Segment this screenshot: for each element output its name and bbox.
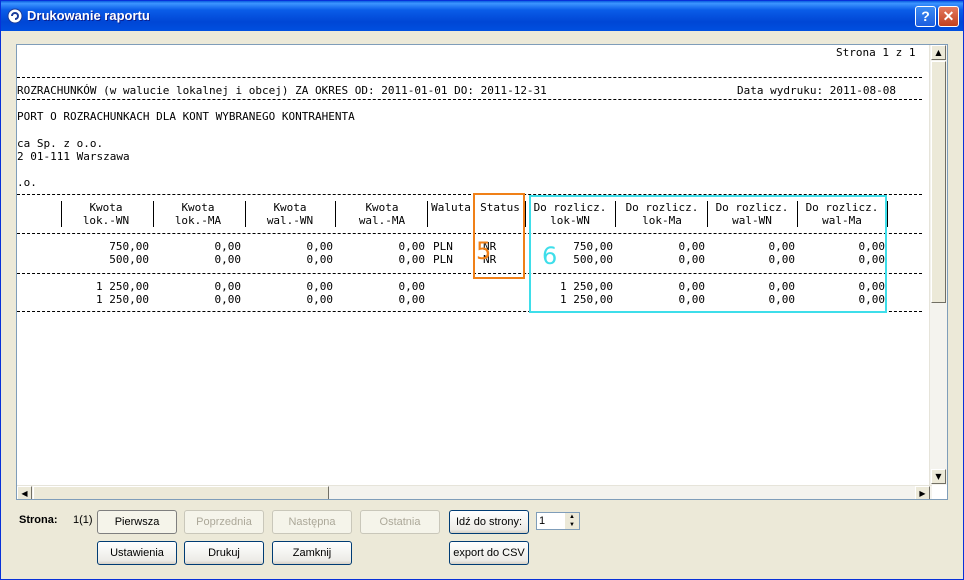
column-header: Kwota	[273, 201, 307, 214]
status-highlight-box	[473, 193, 525, 279]
report-content: Strona 1 z 1 ROZRACHUNKÓW (w walucie lok…	[17, 45, 929, 485]
scroll-left-icon[interactable]: ◀	[17, 486, 32, 499]
goto-page-button[interactable]: Idź do strony:	[449, 510, 529, 534]
total-cell: 0,00	[306, 293, 334, 306]
page-number-value[interactable]: 1	[539, 515, 545, 527]
page-info: 1(1)	[73, 514, 93, 526]
export-csv-button[interactable]: export do CSV	[449, 541, 529, 565]
total-cell: 0,00	[398, 280, 426, 293]
page-number-spinner[interactable]: 1 ▲ ▼	[536, 512, 580, 530]
settlement-annotation-label: 6	[542, 242, 558, 270]
table-cell: 500,00	[109, 253, 149, 266]
close-button[interactable]: Zamknij	[272, 541, 352, 565]
company-name: ca Sp. z o.o.	[17, 137, 104, 150]
next-page-button[interactable]: Następna	[272, 510, 352, 534]
vertical-scrollbar[interactable]: ▲ ▼	[929, 45, 947, 485]
close-window-button[interactable]: ✕	[938, 6, 959, 27]
table-cell: 0,00	[306, 240, 334, 253]
settings-button[interactable]: Ustawienia	[97, 541, 177, 565]
previous-page-button[interactable]: Poprzednia	[184, 510, 264, 534]
table-cell: 0,00	[398, 240, 426, 253]
total-cell: 0,00	[306, 280, 334, 293]
table-cell: 0,00	[398, 253, 426, 266]
scroll-down-icon[interactable]: ▼	[931, 469, 946, 484]
column-header: wal.-WN	[266, 214, 314, 227]
column-separator	[887, 201, 889, 227]
total-cell: 0,00	[214, 293, 242, 306]
print-date: Data wydruku: 2011-08-08	[737, 84, 896, 97]
company-suffix: .o.	[17, 176, 37, 189]
status-annotation-label: 5	[476, 237, 492, 265]
app-icon	[7, 8, 23, 24]
last-page-button[interactable]: Ostatnia	[360, 510, 440, 534]
title-bar[interactable]: Drukowanie raportu ? ✕	[1, 1, 963, 31]
total-cell: 1 250,00	[96, 293, 149, 306]
table-cell: 0,00	[306, 253, 334, 266]
total-cell: 0,00	[214, 280, 242, 293]
page-label: Strona:	[19, 514, 58, 526]
column-header: lok.-WN	[82, 214, 130, 227]
company-address: 2 01-111 Warszawa	[17, 150, 130, 163]
print-button[interactable]: Drukuj	[184, 541, 264, 565]
scroll-right-icon[interactable]: ▶	[915, 486, 930, 499]
spinner-arrows-icon[interactable]: ▲ ▼	[565, 513, 579, 529]
page-indicator: Strona 1 z 1	[836, 46, 916, 59]
report-subtitle: PORT O ROZRACHUNKACH DLA KONT WYBRANEGO …	[17, 110, 355, 123]
horizontal-scroll-thumb[interactable]	[33, 486, 329, 499]
table-cell: 0,00	[214, 253, 242, 266]
column-header: Kwota	[365, 201, 399, 214]
scroll-up-icon[interactable]: ▲	[931, 45, 946, 60]
column-header: Kwota	[181, 201, 215, 214]
vertical-scroll-thumb[interactable]	[931, 61, 946, 303]
column-header: Kwota	[89, 201, 123, 214]
first-page-button[interactable]: Pierwsza	[97, 510, 177, 534]
column-header: Waluta	[431, 201, 471, 214]
settlement-highlight-box	[529, 195, 887, 313]
table-cell: 750,00	[109, 240, 149, 253]
divider	[17, 77, 922, 78]
report-header-line: ROZRACHUNKÓW (w walucie lokalnej i obcej…	[17, 84, 547, 97]
table-cell: 0,00	[214, 240, 242, 253]
help-button[interactable]: ?	[915, 6, 936, 27]
column-header: wal.-MA	[358, 214, 406, 227]
column-header: lok.-MA	[174, 214, 222, 227]
divider	[17, 99, 922, 100]
report-viewer: Strona 1 z 1 ROZRACHUNKÓW (w walucie lok…	[16, 44, 948, 500]
window-title: Drukowanie raportu	[27, 8, 150, 23]
report-print-window: Drukowanie raportu ? ✕ Strona 1 z 1 ROZR…	[0, 0, 964, 580]
total-cell: 1 250,00	[96, 280, 149, 293]
horizontal-scrollbar[interactable]: ◀ ▶	[17, 485, 932, 499]
table-cell: PLN	[433, 240, 453, 253]
table-cell: PLN	[433, 253, 453, 266]
total-cell: 0,00	[398, 293, 426, 306]
